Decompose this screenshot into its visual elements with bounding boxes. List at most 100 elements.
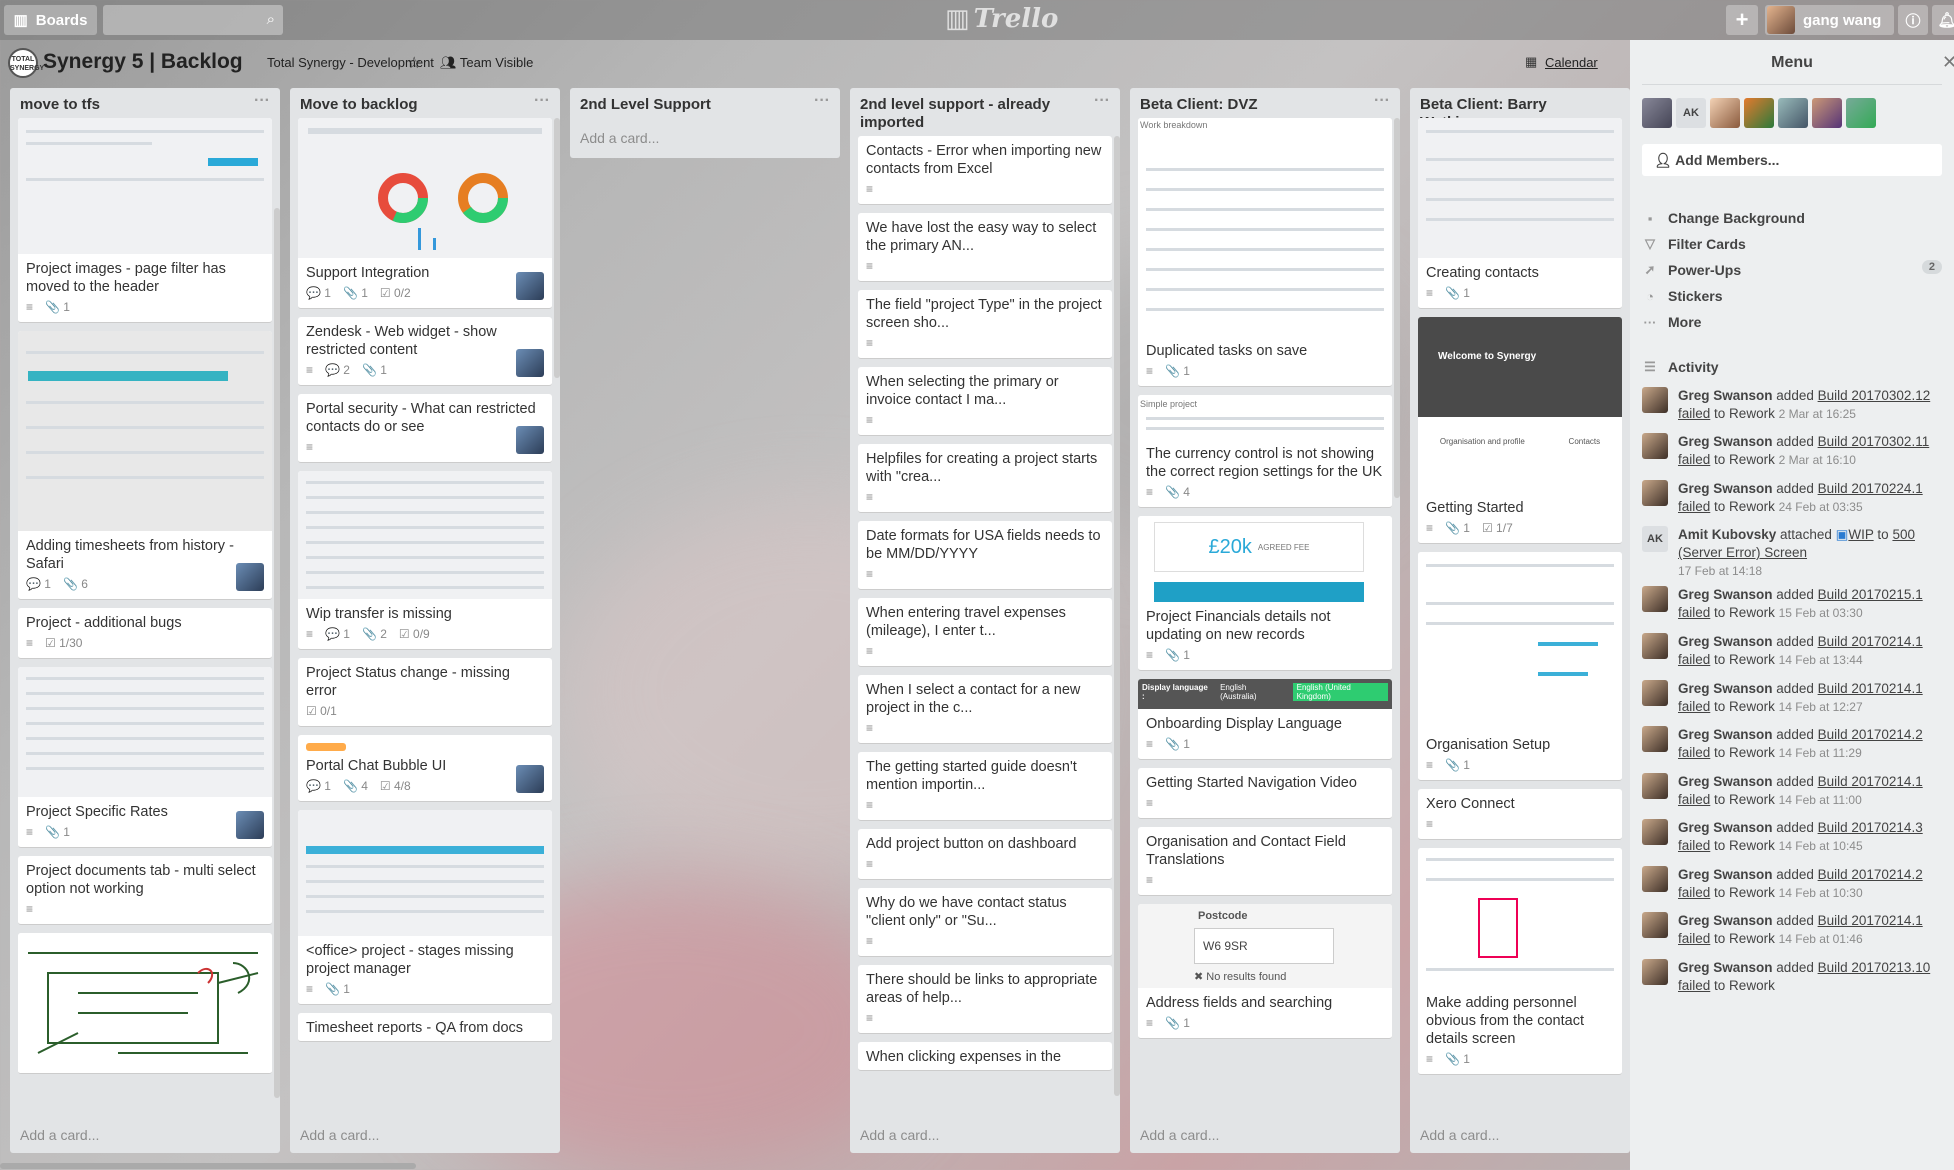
activity-card-link[interactable]: Build 20170214.3 [1818, 820, 1923, 835]
card[interactable]: There should be links to appropriate are… [858, 965, 1112, 1034]
list-scrollbar[interactable] [1114, 136, 1120, 1096]
card[interactable]: Simple project The currency control is n… [1138, 395, 1392, 508]
activity-user[interactable]: Greg Swanson [1678, 634, 1773, 649]
list-title[interactable]: Beta Client: DVZ ··· [1130, 88, 1400, 120]
notifications-button[interactable]: 🔔︎ [1932, 5, 1954, 35]
card[interactable]: Adding timesheets from history - Safari … [18, 331, 272, 600]
list-title[interactable]: Move to backlog ··· [290, 88, 560, 120]
activity-time[interactable]: 14 Feb at 11:00 [1779, 793, 1862, 807]
avatar[interactable] [1642, 866, 1668, 892]
activity-time[interactable]: 14 Feb at 01:46 [1779, 932, 1863, 946]
avatar[interactable] [1642, 680, 1668, 706]
avatar[interactable] [1642, 912, 1668, 938]
calendar-link[interactable]: Calendar [1545, 55, 1598, 70]
activity-user[interactable]: Greg Swanson [1678, 913, 1773, 928]
card[interactable]: Helpfiles for creating a project starts … [858, 444, 1112, 513]
activity-time[interactable]: 2 Mar at 16:10 [1779, 453, 1856, 467]
card[interactable]: Make adding personnel obvious from the c… [1418, 848, 1622, 1075]
activity-card-link[interactable]: Build 20170215.1 [1818, 587, 1923, 602]
card[interactable]: The getting started guide doesn't mentio… [858, 752, 1112, 821]
activity-link[interactable]: failed [1678, 792, 1710, 807]
activity-user[interactable]: Greg Swanson [1678, 820, 1773, 835]
activity-card-link[interactable]: Build 20170214.1 [1818, 634, 1923, 649]
avatar[interactable]: AK [1642, 526, 1668, 552]
activity-time[interactable]: 14 Feb at 12:27 [1779, 700, 1863, 714]
card[interactable]: <office> project - stages missing projec… [298, 810, 552, 1005]
activity-user[interactable]: Greg Swanson [1678, 481, 1773, 496]
activity-time[interactable]: 17 Feb at 14:18 [1678, 564, 1762, 578]
activity-link[interactable]: failed [1678, 652, 1710, 667]
activity-link[interactable]: failed [1678, 406, 1710, 421]
activity-card-link[interactable]: Build 20170224.1 [1818, 481, 1923, 496]
list-menu-icon[interactable]: ··· [254, 92, 270, 110]
activity-card-link[interactable]: Build 20170214.2 [1818, 727, 1923, 742]
activity-card-link[interactable]: Build 20170213.10 [1818, 960, 1931, 975]
list-title[interactable]: move to tfs ··· [10, 88, 280, 120]
add-card-button[interactable]: Add a card... [850, 1117, 1120, 1153]
list-title[interactable]: 2nd level support - already imported ··· [850, 88, 1120, 138]
activity-link[interactable]: failed [1678, 499, 1710, 514]
power-ups-item[interactable]: ➚ Power-Ups 2 [1642, 259, 1942, 281]
activity-user[interactable]: Greg Swanson [1678, 774, 1773, 789]
activity-user[interactable]: Greg Swanson [1678, 867, 1773, 882]
board-horizontal-scrollbar[interactable] [0, 1163, 416, 1169]
card[interactable]: Zendesk - Web widget - show restricted c… [298, 317, 552, 386]
activity-time[interactable]: 14 Feb at 10:30 [1779, 886, 1863, 900]
card[interactable]: Xero Connect ≡ [1418, 789, 1622, 840]
member-avatar[interactable] [516, 349, 544, 377]
card[interactable]: Organisation and Contact Field Translati… [1138, 827, 1392, 896]
add-card-button[interactable]: Add a card... [1410, 1117, 1630, 1153]
card[interactable]: Display language : English (Australia) Eng… [1138, 679, 1392, 760]
add-card-button[interactable]: Add a card... [290, 1117, 560, 1153]
filter-cards-item[interactable]: ▽ Filter Cards [1642, 233, 1942, 255]
card[interactable]: Date formats for USA fields needs to be … [858, 521, 1112, 590]
member-avatar[interactable] [236, 811, 264, 839]
list-menu-icon[interactable]: ··· [1094, 92, 1110, 110]
add-card-button[interactable]: Add a card... [1130, 1117, 1400, 1153]
member-avatar[interactable] [1710, 98, 1740, 128]
activity-link[interactable]: failed [1678, 838, 1710, 853]
list-menu-icon[interactable]: ··· [534, 92, 550, 110]
trello-logo[interactable]: ▥ Trello [945, 4, 1058, 34]
activity-user[interactable]: Greg Swanson [1678, 587, 1773, 602]
member-avatar[interactable] [516, 426, 544, 454]
card[interactable]: Project images - page filter has moved t… [18, 118, 272, 323]
create-button[interactable]: + [1726, 5, 1758, 35]
activity-card-link[interactable]: Build 20170214.1 [1818, 774, 1923, 789]
star-icon[interactable]: ☆ [407, 53, 421, 73]
activity-card-link[interactable]: Build 20170302.12 [1818, 388, 1931, 403]
activity-link[interactable]: failed [1678, 885, 1710, 900]
change-background-item[interactable]: ▪ Change Background [1642, 207, 1942, 229]
visibility-button[interactable]: 👥︎ Team Visible [440, 55, 533, 71]
card[interactable]: Getting Started Navigation Video ≡ [1138, 768, 1392, 819]
card[interactable]: When selecting the primary or invoice co… [858, 367, 1112, 436]
activity-link[interactable]: failed [1678, 605, 1710, 620]
activity-link[interactable]: failed [1678, 745, 1710, 760]
more-item[interactable]: ··· More [1642, 311, 1942, 333]
member-avatar[interactable] [236, 563, 264, 591]
member-avatar[interactable] [516, 272, 544, 300]
member-avatar[interactable] [1642, 98, 1672, 128]
avatar[interactable] [1642, 773, 1668, 799]
activity-user[interactable]: Greg Swanson [1678, 727, 1773, 742]
card[interactable]: Project Specific Rates ≡ 📎 1 [18, 667, 272, 848]
activity-user[interactable]: Greg Swanson [1678, 681, 1773, 696]
board-title[interactable]: Synergy 5 | Backlog [43, 50, 243, 74]
avatar[interactable] [1642, 819, 1668, 845]
member-avatar[interactable]: AK [1676, 98, 1706, 128]
activity-card-link[interactable]: Build 20170214.1 [1818, 913, 1923, 928]
card[interactable]: Portal Chat Bubble UI 💬 1 📎 4 ☑ 4/8 [298, 735, 552, 802]
card[interactable]: Timesheet reports - QA from docs [298, 1013, 552, 1042]
member-avatar[interactable] [516, 765, 544, 793]
card[interactable]: £20k AGREED FEE Project Financials detail… [1138, 516, 1392, 671]
card[interactable]: Contacts - Error when importing new cont… [858, 136, 1112, 205]
activity-user[interactable]: Greg Swanson [1678, 960, 1773, 975]
card[interactable]: Portal security - What can restricted co… [298, 394, 552, 463]
activity-time[interactable]: 14 Feb at 11:29 [1779, 746, 1862, 760]
member-avatar[interactable] [1812, 98, 1842, 128]
add-card-button[interactable]: Add a card... [570, 120, 840, 156]
card[interactable]: We have lost the easy way to select the … [858, 213, 1112, 282]
boards-button[interactable]: ▥ Boards [4, 5, 97, 35]
card[interactable]: The field "project Type" in the project … [858, 290, 1112, 359]
list-menu-icon[interactable]: ··· [1374, 92, 1390, 110]
